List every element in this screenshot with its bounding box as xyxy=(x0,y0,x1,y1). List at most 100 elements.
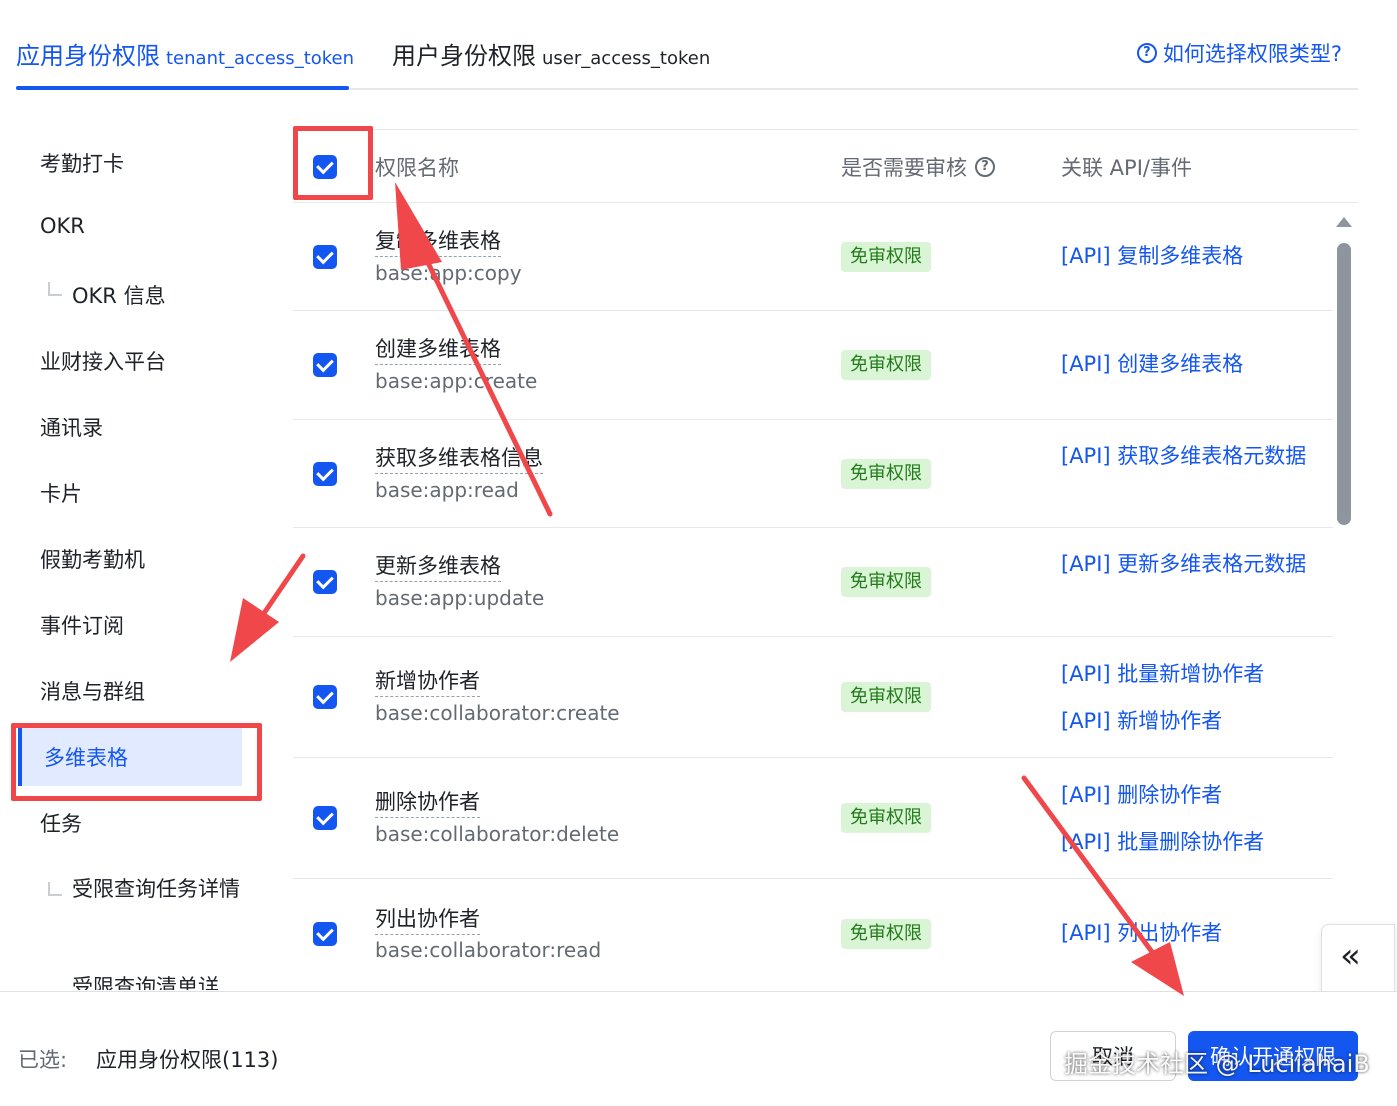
review-status-badge: 免审权限 xyxy=(841,803,931,833)
sidebar-item-attendance[interactable]: 考勤打卡 xyxy=(40,148,124,178)
scroll-up-arrow-icon[interactable] xyxy=(1336,217,1352,227)
row-checkbox[interactable] xyxy=(313,462,337,486)
sidebar-item-tasks[interactable]: 任务 xyxy=(40,808,82,838)
permission-scope: base:app:create xyxy=(375,369,538,393)
sidebar-item-label: 事件订阅 xyxy=(40,614,124,638)
sidebar-item-finance-platform[interactable]: 业财接入平台 xyxy=(40,346,166,376)
row-checkbox[interactable] xyxy=(313,570,337,594)
review-status-badge: 免审权限 xyxy=(841,350,931,380)
category-sidebar: 考勤打卡 OKR OKR 信息 业财接入平台 通讯录 卡片 假勤考勤机 事件订阅… xyxy=(0,128,270,990)
sidebar-item-bitable[interactable]: 多维表格 xyxy=(18,728,242,786)
permission-scope: base:collaborator:delete xyxy=(375,822,620,846)
select-all-checkbox[interactable] xyxy=(313,155,337,179)
row-checkbox[interactable] xyxy=(313,685,337,709)
review-status-badge: 免审权限 xyxy=(841,242,931,272)
sidebar-item-label: 任务 xyxy=(40,812,82,836)
sidebar-item-okr[interactable]: OKR xyxy=(40,214,85,238)
tree-branch-icon xyxy=(48,882,62,896)
help-link-label: 如何选择权限类型? xyxy=(1162,42,1342,66)
question-circle-icon: ? xyxy=(1136,43,1157,63)
confirm-permissions-button[interactable]: 确认开通权限 xyxy=(1188,1031,1358,1081)
permission-scope: base:collaborator:create xyxy=(375,701,620,725)
api-link[interactable]: [API] 新增协作者 xyxy=(1061,704,1321,739)
sidebar-item-label: 多维表格 xyxy=(44,746,128,770)
permission-name: 删除协作者 xyxy=(375,786,480,818)
column-header-name: 权限名称 xyxy=(375,156,459,180)
sidebar-item-contacts[interactable]: 通讯录 xyxy=(40,412,103,442)
sidebar-item-label: 卡片 xyxy=(40,482,82,506)
permission-scope: base:app:read xyxy=(375,478,519,502)
permission-name: 创建多维表格 xyxy=(375,333,501,365)
permission-name: 更新多维表格 xyxy=(375,550,501,582)
review-status-badge: 免审权限 xyxy=(841,459,931,489)
tab-user-token: user_access_token xyxy=(542,48,711,69)
review-status-badge: 免审权限 xyxy=(841,682,931,712)
row-checkbox[interactable] xyxy=(313,806,337,830)
sidebar-item-label: OKR xyxy=(40,214,85,238)
permission-help-link[interactable]: ? 如何选择权限类型? xyxy=(1136,38,1342,68)
permission-table: 权限名称 是否需要审核 ? 关联 API/事件 复制多维表格 base:app:… xyxy=(293,129,1358,991)
permission-name: 复制多维表格 xyxy=(375,225,501,257)
tab-app-token: tenant_access_token xyxy=(166,48,355,69)
api-link[interactable]: [API] 批量删除协作者 xyxy=(1061,825,1321,860)
table-row: 新增协作者 base:collaborator:create 免审权限 [API… xyxy=(293,637,1333,758)
active-tab-indicator xyxy=(16,86,349,90)
api-link[interactable]: [API] 复制多维表格 xyxy=(1061,239,1321,274)
sidebar-item-messages-groups[interactable]: 消息与群组 xyxy=(40,676,145,706)
sidebar-item-label: 假勤考勤机 xyxy=(40,548,145,572)
api-link[interactable]: [API] 获取多维表格元数据 xyxy=(1061,439,1321,474)
table-row: 获取多维表格信息 base:app:read 免审权限 [API] 获取多维表格… xyxy=(293,420,1333,528)
question-circle-icon[interactable]: ? xyxy=(975,157,995,177)
table-row: 复制多维表格 base:app:copy 免审权限 [API] 复制多维表格 xyxy=(293,203,1333,311)
sidebar-item-restricted-task-detail[interactable]: 受限查询任务详情 xyxy=(48,872,248,906)
review-status-badge: 免审权限 xyxy=(841,567,931,597)
selected-label: 已选: xyxy=(18,1048,68,1072)
table-row: 列出协作者 base:collaborator:read 免审权限 [API] … xyxy=(293,879,1333,991)
permission-scope: base:collaborator:read xyxy=(375,938,602,962)
scrollbar-thumb[interactable] xyxy=(1337,243,1351,525)
sidebar-item-label: 通讯录 xyxy=(40,416,103,440)
sidebar-item-restricted-list-detail[interactable]: 受限查询清单详 xyxy=(48,970,248,990)
tab-user-permissions[interactable]: 用户身份权限 user_access_token xyxy=(392,36,710,71)
sidebar-item-label: 消息与群组 xyxy=(40,680,145,704)
sidebar-item-cards[interactable]: 卡片 xyxy=(40,478,82,508)
sidebar-item-okr-info[interactable]: OKR 信息 xyxy=(48,280,166,310)
sidebar-item-label: OKR 信息 xyxy=(72,284,166,308)
permission-name: 获取多维表格信息 xyxy=(375,442,543,474)
tab-app-permissions[interactable]: 应用身份权限 tenant_access_token xyxy=(16,36,354,71)
permission-scope: base:app:copy xyxy=(375,261,522,285)
permission-name: 列出协作者 xyxy=(375,903,480,935)
sidebar-item-label: 受限查询任务详情 xyxy=(72,877,240,901)
table-row: 更新多维表格 base:app:update 免审权限 [API] 更新多维表格… xyxy=(293,528,1333,637)
permission-type-tabs: 应用身份权限 tenant_access_token 用户身份权限 user_acc… xyxy=(16,0,1358,90)
table-row: 创建多维表格 base:app:create 免审权限 [API] 创建多维表格 xyxy=(293,311,1333,420)
api-link[interactable]: [API] 删除协作者 xyxy=(1061,778,1321,813)
sidebar-item-event-subscription[interactable]: 事件订阅 xyxy=(40,610,124,640)
table-row: 删除协作者 base:collaborator:delete 免审权限 [API… xyxy=(293,758,1333,879)
selected-count: 应用身份权限(113) xyxy=(96,1048,279,1072)
permission-name: 新增协作者 xyxy=(375,665,480,697)
sidebar-item-label: 业财接入平台 xyxy=(40,350,166,374)
cancel-button[interactable]: 取消 xyxy=(1050,1031,1176,1081)
api-link[interactable]: [API] 创建多维表格 xyxy=(1061,347,1321,382)
tab-user-label: 用户身份权限 xyxy=(392,42,536,70)
column-header-review-label: 是否需要审核 xyxy=(841,156,967,180)
sidebar-item-attendance-machine[interactable]: 假勤考勤机 xyxy=(40,544,145,574)
api-link[interactable]: [API] 批量新增协作者 xyxy=(1061,657,1321,692)
row-checkbox[interactable] xyxy=(313,245,337,269)
tree-branch-icon xyxy=(48,282,62,296)
api-link[interactable]: [API] 列出协作者 xyxy=(1061,916,1321,951)
table-header: 权限名称 是否需要审核 ? 关联 API/事件 xyxy=(293,129,1358,203)
column-header-api: 关联 API/事件 xyxy=(1061,156,1192,180)
footer-bar: 已选: 应用身份权限(113) 取消 确认开通权限 xyxy=(0,991,1397,1106)
api-link[interactable]: [API] 更新多维表格元数据 xyxy=(1061,547,1321,582)
double-chevron-left-icon: « xyxy=(1340,936,1361,976)
column-header-review: 是否需要审核 ? xyxy=(841,152,995,182)
row-checkbox[interactable] xyxy=(313,922,337,946)
sidebar-item-label: 受限查询清单详 xyxy=(72,975,219,990)
sidebar-item-label: 考勤打卡 xyxy=(40,152,124,176)
review-status-badge: 免审权限 xyxy=(841,919,931,949)
tab-app-label: 应用身份权限 xyxy=(16,42,160,70)
row-checkbox[interactable] xyxy=(313,353,337,377)
permission-scope: base:app:update xyxy=(375,586,545,610)
